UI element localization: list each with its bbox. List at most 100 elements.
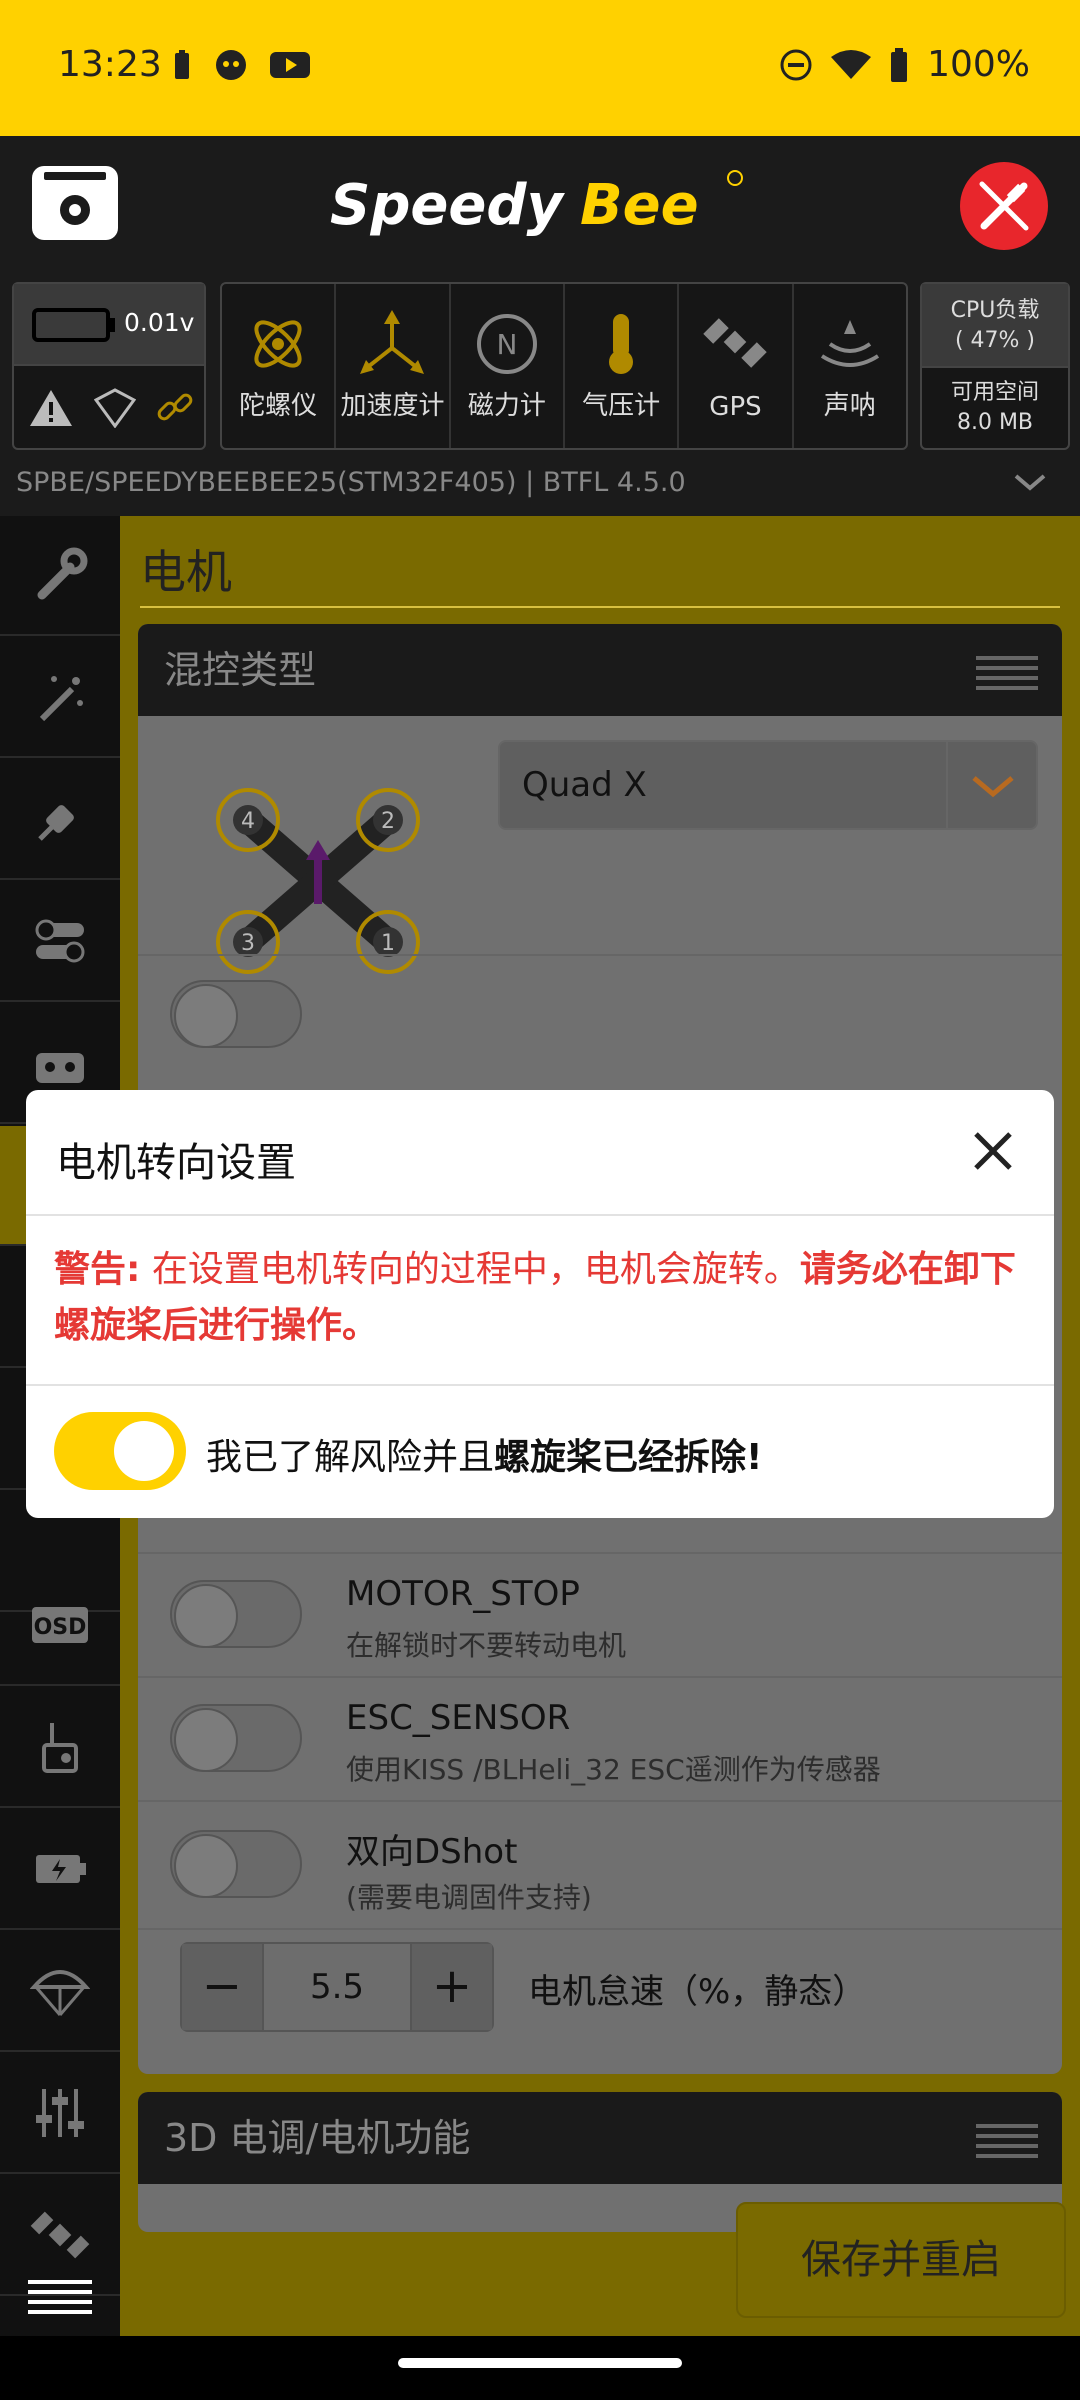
motor-stop-toggle[interactable] [170, 1580, 302, 1648]
gyro-icon [254, 320, 302, 368]
unplug-icon [979, 181, 1029, 231]
compass-icon: N [476, 314, 537, 374]
gear-icon [44, 172, 106, 225]
motor-idle-stepper: − 5.5 + [180, 1942, 494, 2032]
sidebar-item-vtx[interactable] [0, 1688, 120, 1808]
sidebar-item-power[interactable] [0, 1810, 120, 1930]
svg-text:Speedy: Speedy [330, 173, 565, 238]
navigation-bar [0, 2336, 1080, 2400]
status-bar: 13:23 100% [0, 0, 1080, 136]
acknowledge-row: 我已了解风险并且螺旋桨已经拆除! [26, 1386, 1054, 1516]
antenna-icon [42, 1723, 78, 1773]
acknowledge-text: 我已了解风险并且 [206, 1437, 495, 1478]
svg-text:N: N [496, 328, 517, 361]
warning-text: 在设置电机转向的过程中，电机会旋转。 [140, 1249, 800, 1290]
esc-sensor-toggle[interactable] [170, 1704, 302, 1772]
arm-icon [94, 388, 136, 428]
sidebar-item-setup[interactable] [0, 516, 120, 636]
wrench-icon [37, 547, 88, 600]
bidir-dshot-toggle[interactable] [170, 1830, 302, 1898]
sidebar-item-osd[interactable]: OSD [0, 1566, 120, 1686]
acknowledge-toggle[interactable] [54, 1412, 186, 1490]
reversed-motors-toggle[interactable] [170, 980, 302, 1048]
barometer-icon [609, 314, 634, 374]
sidebar-item-ports[interactable] [0, 760, 120, 880]
app-header: Speedy Bee [0, 136, 1080, 270]
bidir-dshot-title: 双向DShot [346, 1832, 518, 1872]
plug-icon [38, 805, 74, 841]
sensor-strip: 0.01v 陀螺仪 加速度计 N 磁力计 气压计 GPS 声呐 CPU负载 (… [0, 270, 1080, 460]
svg-text:Bee: Bee [580, 173, 699, 238]
esc-sensor-row: ESC_SENSOR 使用KISS /BLHeli_32 ESC遥测作为传感器 [138, 1676, 1062, 1800]
esc-sensor-title: ESC_SENSOR [346, 1698, 571, 1738]
home-gesture-pill[interactable] [398, 2358, 682, 2368]
sidebar-item-failsafe[interactable] [0, 1932, 120, 2052]
motor-number-2: 2 [381, 809, 395, 834]
sensor-gps-label: GPS [709, 392, 762, 422]
sensor-barometer-label: 气压计 [582, 391, 661, 421]
cpu-label: CPU负载 [950, 298, 1040, 323]
idle-value[interactable]: 5.5 [264, 1944, 410, 2030]
sensor-barometer: 气压计 [565, 284, 680, 448]
youtube-icon [270, 52, 310, 78]
status-time: 13:23 [58, 44, 162, 85]
card-menu-icon[interactable] [976, 656, 1038, 696]
close-icon[interactable] [968, 1126, 1018, 1176]
wifi-icon [831, 49, 872, 79]
sensors-panel: 陀螺仪 加速度计 N 磁力计 气压计 GPS 声呐 [220, 282, 908, 450]
sliders-icon [36, 2089, 84, 2137]
toggles-icon [35, 919, 85, 963]
speedybee-logo: Speedy Bee [330, 170, 743, 238]
chevron-down-icon [972, 776, 1014, 798]
sensor-sonar: 声呐 [794, 284, 906, 448]
battery-outline-icon [32, 308, 115, 342]
free-space-label: 可用空间 [950, 380, 1039, 405]
sensor-magnetometer: N 磁力计 [451, 284, 565, 448]
sensor-magnetometer-label: 磁力计 [467, 391, 546, 421]
menu-icon [28, 2280, 92, 2314]
toolbox-button[interactable] [32, 166, 118, 240]
sidebar-item-adjustments[interactable] [0, 2054, 120, 2174]
battery-icon [891, 47, 908, 82]
link-icon [157, 393, 193, 421]
sensor-gyro-label: 陀螺仪 [239, 391, 318, 421]
chevron-down-icon [1014, 474, 1046, 491]
warning-prefix: 警告: [54, 1249, 141, 1290]
device-info-text: SPBE/SPEEDYBEEBEE25(STM32F405) | BTFL 4.… [16, 467, 686, 498]
svg-text:OSD: OSD [34, 1615, 87, 1640]
dnd-icon [780, 49, 812, 80]
motor-stop-title: MOTOR_STOP [346, 1574, 580, 1614]
motor-direction-dialog: 电机转向设置 警告: 在设置电机转向的过程中，电机会旋转。请务必在卸下螺旋桨后进… [26, 1090, 1054, 1518]
sidebar-item-wizard[interactable] [0, 638, 120, 758]
quad-x-diagram: 4 2 3 1 [216, 788, 420, 974]
motor-stop-row: MOTOR_STOP 在解锁时不要转动电机 [138, 1552, 1062, 1676]
sidebar-item-configuration[interactable] [0, 882, 120, 1002]
sensor-gps: GPS [679, 284, 794, 448]
osd-icon: OSD [32, 1607, 88, 1643]
magic-wand-icon [39, 676, 83, 722]
save-reboot-button[interactable]: 保存并重启 [736, 2202, 1066, 2318]
battery-voltage: 0.01v [124, 308, 195, 337]
device-info-bar[interactable]: SPBE/SPEEDYBEEBEE25(STM32F405) | BTFL 4.… [0, 460, 1080, 516]
mixer-type-select[interactable]: Quad X [498, 740, 1038, 830]
motor-number-3: 3 [241, 931, 255, 956]
remote-control-icon [36, 1053, 84, 1083]
motor-idle-row: − 5.5 + 电机怠速（%，静态） [138, 1928, 1062, 2074]
satellite-icon [703, 318, 768, 368]
motor-stop-desc: 在解锁时不要转动电机 [346, 1629, 627, 1662]
motor-number-4: 4 [241, 809, 255, 834]
idle-decrement-button[interactable]: − [182, 1944, 264, 2030]
idle-increment-button[interactable]: + [410, 1944, 492, 2030]
sensor-gyro: 陀螺仪 [222, 284, 337, 448]
power-battery-icon [36, 1855, 86, 1883]
sensor-sonar-label: 声呐 [823, 391, 876, 421]
reversed-motors-row [138, 954, 1062, 1074]
disconnect-button[interactable] [960, 162, 1048, 250]
esc-sensor-desc: 使用KISS /BLHeli_32 ESC遥测作为传感器 [346, 1753, 881, 1786]
cpu-value: ( 47% ) [954, 328, 1036, 353]
bidir-dshot-desc: (需要电调固件支持) [346, 1881, 592, 1914]
accelerometer-icon [360, 310, 425, 374]
free-space-value: 8.0 MB [956, 410, 1034, 435]
page-title: 电机 [140, 545, 232, 599]
card-menu-icon[interactable] [976, 2124, 1038, 2164]
